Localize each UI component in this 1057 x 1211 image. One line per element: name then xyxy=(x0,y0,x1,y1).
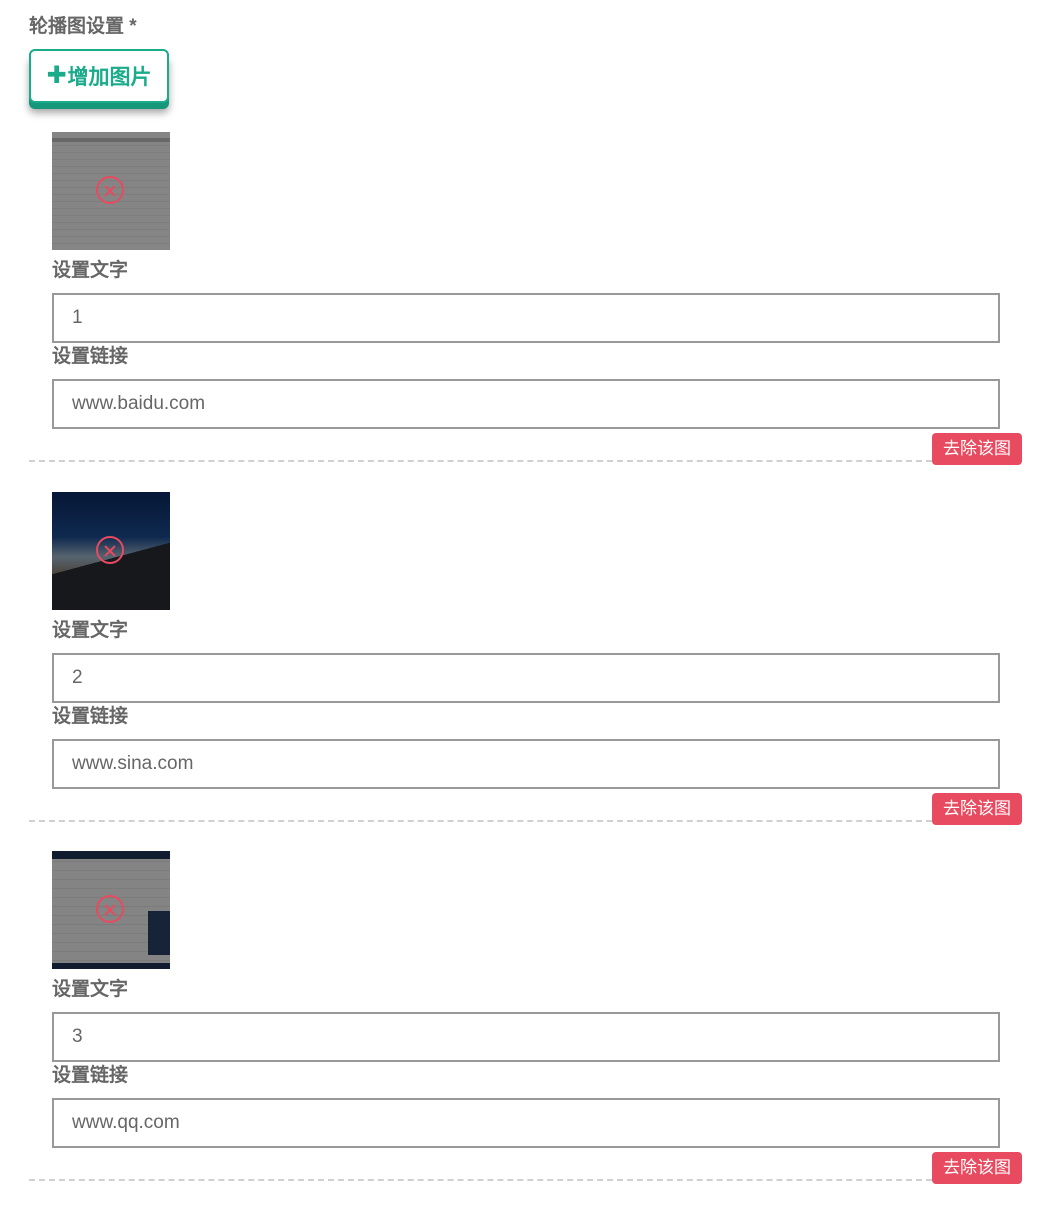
text-input[interactable] xyxy=(52,1012,1000,1062)
delete-circle-icon[interactable] xyxy=(96,176,124,204)
link-label: 设置链接 xyxy=(52,1065,129,1086)
delete-circle-icon[interactable] xyxy=(96,536,124,564)
link-input[interactable] xyxy=(52,379,1000,429)
carousel-item: 设置文字 设置链接 去除该图 xyxy=(0,492,1057,852)
link-label: 设置链接 xyxy=(52,706,129,727)
remove-image-button[interactable]: 去除该图 xyxy=(932,433,1022,465)
text-label: 设置文字 xyxy=(52,620,129,641)
delete-circle-icon[interactable] xyxy=(96,895,124,923)
carousel-item: 设置文字 设置链接 去除该图 xyxy=(0,851,1057,1211)
link-label: 设置链接 xyxy=(52,346,129,367)
divider xyxy=(29,460,932,462)
text-input[interactable] xyxy=(52,653,1000,703)
thumbnail-image[interactable] xyxy=(52,492,170,610)
thumbnail-image[interactable] xyxy=(52,132,170,250)
divider xyxy=(29,1179,932,1181)
add-image-button[interactable]: ✚ 增加图片 xyxy=(29,49,169,103)
text-label: 设置文字 xyxy=(52,979,129,1000)
text-label: 设置文字 xyxy=(52,260,129,281)
remove-image-button[interactable]: 去除该图 xyxy=(932,1152,1022,1184)
link-input[interactable] xyxy=(52,739,1000,789)
divider xyxy=(29,820,932,822)
carousel-item: 设置文字 设置链接 去除该图 xyxy=(0,132,1057,492)
carousel-settings-title: 轮播图设置 * xyxy=(29,16,137,37)
link-input[interactable] xyxy=(52,1098,1000,1148)
add-image-label: 增加图片 xyxy=(67,66,152,89)
remove-image-button[interactable]: 去除该图 xyxy=(932,793,1022,825)
plus-icon: ✚ xyxy=(46,62,67,89)
text-input[interactable] xyxy=(52,293,1000,343)
thumbnail-image[interactable] xyxy=(52,851,170,969)
